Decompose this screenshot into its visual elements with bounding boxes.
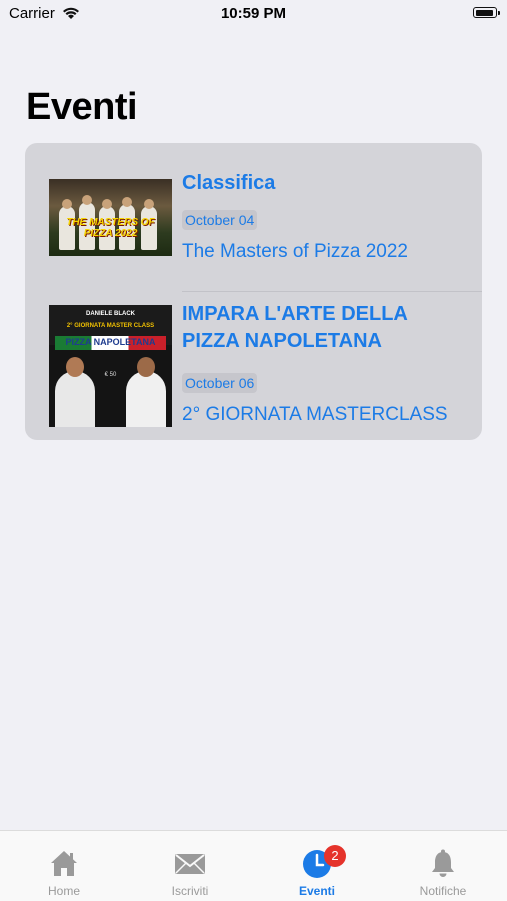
page-title: Eventi bbox=[26, 86, 138, 128]
tab-label: Notifiche bbox=[419, 884, 467, 898]
tab-iscriviti[interactable]: Iscriviti bbox=[127, 831, 253, 901]
tab-label: Eventi bbox=[298, 884, 335, 898]
thumbnail-band-text: PIZZA NAPOLETANA bbox=[65, 337, 156, 347]
event-thumbnail: THE MASTERS OF PIZZA 2022 bbox=[49, 179, 172, 256]
tab-label: Iscriviti bbox=[171, 884, 209, 898]
event-title-line-1: IMPARA L'ARTE DELLA bbox=[182, 303, 408, 325]
event-row-masterclass[interactable]: DANIELE BLACK 2° GIORNATA MASTER CLASS P… bbox=[25, 291, 482, 440]
house-icon bbox=[51, 851, 77, 876]
status-time: 10:59 PM bbox=[220, 5, 287, 22]
events-list: THE MASTERS OF PIZZA 2022 Classifica Oct… bbox=[25, 143, 482, 440]
notification-badge: 2 bbox=[324, 845, 346, 867]
battery-icon bbox=[473, 7, 500, 18]
event-row-classifica[interactable]: THE MASTERS OF PIZZA 2022 Classifica Oct… bbox=[25, 143, 482, 291]
tab-notifiche[interactable]: Notifiche bbox=[380, 831, 506, 901]
event-date: October 06 bbox=[182, 373, 258, 393]
event-title-line-2: PIZZA NAPOLETANA bbox=[182, 330, 382, 352]
thumbnail-heading: 2° GIORNATA MASTER CLASS bbox=[66, 323, 155, 329]
thumbnail-caption: THE MASTERS OF PIZZA 2022 bbox=[66, 217, 155, 239]
event-subtitle: 2° GIORNATA MASTERCLASS bbox=[182, 404, 448, 425]
tab-home[interactable]: Home bbox=[1, 831, 127, 901]
thumbnail-brand: DANIELE BLACK bbox=[86, 311, 135, 317]
event-date: October 04 bbox=[182, 210, 258, 230]
bell-icon bbox=[432, 849, 454, 877]
thumbnail-price: € 50 bbox=[104, 372, 117, 378]
status-bar: Carrier 10:59 PM bbox=[0, 0, 507, 30]
tab-bar: Home Iscriviti 2 Eventi Notifiche bbox=[0, 830, 507, 901]
envelope-icon bbox=[175, 854, 205, 874]
event-subtitle: The Masters of Pizza 2022 bbox=[182, 241, 408, 262]
event-title: Classifica bbox=[182, 172, 276, 194]
tab-eventi[interactable]: 2 Eventi bbox=[254, 831, 380, 901]
event-thumbnail: DANIELE BLACK 2° GIORNATA MASTER CLASS P… bbox=[49, 305, 172, 427]
tab-label: Home bbox=[47, 884, 80, 898]
